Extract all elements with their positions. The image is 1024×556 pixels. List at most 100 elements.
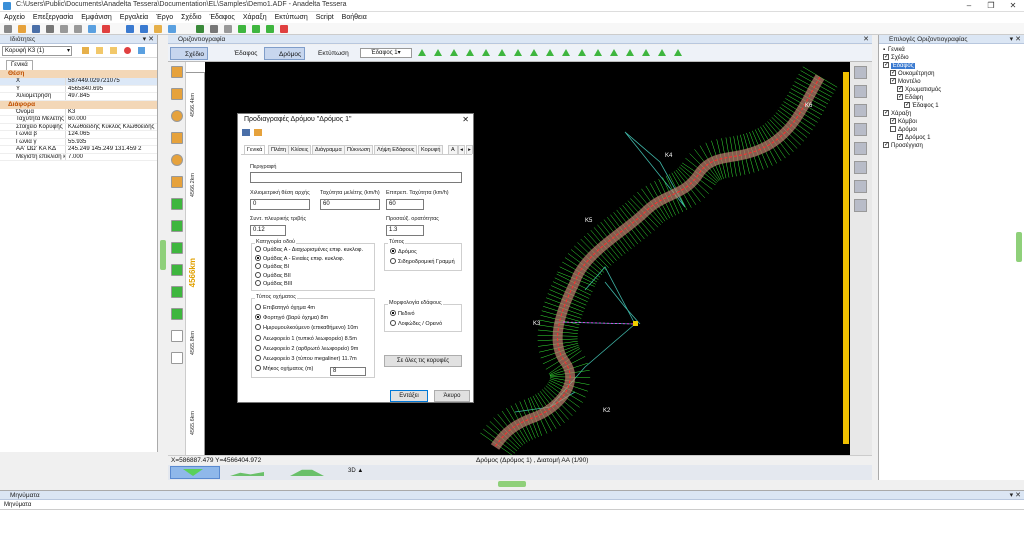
property-row[interactable]: Γωνία γ 55.935	[0, 138, 157, 146]
checkbox[interactable]	[890, 126, 896, 133]
checkbox[interactable]	[883, 142, 889, 149]
radio-option[interactable]: Μήκος οχήματος (m)	[255, 365, 313, 373]
view-section-button[interactable]	[290, 468, 324, 477]
tree-item[interactable]: Σχέδιο	[881, 54, 1024, 62]
friction-input[interactable]: 0.12	[250, 225, 286, 236]
alphabetical-icon[interactable]	[110, 47, 117, 54]
page2-tool-icon[interactable]	[171, 352, 183, 364]
triangle-up-icon[interactable]	[562, 49, 570, 56]
radio-option[interactable]: Λεωφορείο 3 (τύπου megaliner) 11.7m	[255, 355, 357, 363]
view-tool-icon[interactable]	[854, 180, 867, 193]
tree-item[interactable]: Κόμβοι	[881, 118, 1024, 126]
right-splitter-handle[interactable]	[1016, 232, 1022, 262]
dialog-tab[interactable]: Διάγραμμα	[312, 145, 345, 154]
tree-item[interactable]: Δρόμοι	[881, 126, 1024, 134]
dialog-tab[interactable]: Κλίσεις	[288, 145, 312, 154]
view-tool-icon[interactable]	[854, 123, 867, 136]
radio-option[interactable]: Φορτηγό (βαρύ όχημα) 8m	[255, 314, 328, 322]
sight-input[interactable]: 1.3	[386, 225, 424, 236]
checkbox[interactable]	[890, 118, 896, 125]
line-tool-icon[interactable]	[171, 66, 183, 78]
close-icon[interactable]: ▾ ✕	[1010, 35, 1021, 44]
vertical-scrollbar[interactable]	[843, 72, 849, 444]
menu-item[interactable]: Εμφάνιση	[77, 12, 116, 23]
radio-option[interactable]: Λεωφορείο 2 (αρθρωτό λεωφορείο) 9m	[255, 344, 358, 353]
radio-option[interactable]: Ομάδας ΒΙΙ	[255, 271, 291, 280]
property-value[interactable]: 55.935	[66, 139, 157, 146]
tool-icon[interactable]	[280, 25, 288, 33]
menu-item[interactable]: Σχέδιο	[177, 12, 205, 23]
messages-tab[interactable]: Μηνύματα	[0, 500, 1024, 510]
sort-icon[interactable]	[82, 47, 89, 54]
triangle-up-icon[interactable]	[642, 49, 650, 56]
triangle-up-icon[interactable]	[466, 49, 474, 56]
left-splitter-handle[interactable]	[160, 240, 166, 270]
paste-icon[interactable]	[88, 25, 96, 33]
triangle-up-icon[interactable]	[530, 49, 538, 56]
menu-item[interactable]: Εκτύπωση	[271, 12, 312, 23]
triangle-tool-icon[interactable]	[171, 264, 183, 276]
triangle-up-icon[interactable]	[610, 49, 618, 56]
minimize-icon[interactable]: –	[958, 0, 980, 12]
tab-general[interactable]: Γενικά	[6, 60, 33, 70]
layers-icon[interactable]	[266, 25, 274, 33]
property-row[interactable]: Μέγιστη επίκλιση καμ7.000	[0, 153, 157, 161]
triangle-up-icon[interactable]	[498, 49, 506, 56]
tab-road[interactable]: Δρόμος	[264, 47, 306, 60]
menu-item[interactable]: Έργο	[152, 12, 177, 23]
open-icon[interactable]	[18, 25, 26, 33]
checkbox[interactable]	[897, 134, 903, 141]
copy-icon[interactable]	[74, 25, 82, 33]
property-section[interactable]: Διάφορα	[0, 100, 157, 109]
view-tool-icon[interactable]	[854, 104, 867, 117]
menu-item[interactable]: Εργαλεία	[116, 12, 152, 23]
window-icon[interactable]	[210, 25, 218, 33]
radio-option[interactable]: Δρόμος	[390, 248, 417, 256]
checkbox[interactable]	[897, 94, 903, 101]
pentagon-tool-icon[interactable]	[171, 286, 183, 298]
print-button[interactable]: Εκτύπωση	[304, 47, 352, 60]
checkbox[interactable]	[890, 70, 896, 77]
pan-icon[interactable]	[252, 25, 260, 33]
triangle-up-icon[interactable]	[626, 49, 634, 56]
radio-option[interactable]: Λοφώδες / Ορεινό	[390, 320, 442, 328]
dialog-tab[interactable]: Κορυφή	[418, 145, 444, 154]
menu-item[interactable]: Χάραξη	[239, 12, 271, 23]
tree-item[interactable]: Έδαφος 1	[881, 102, 1024, 110]
tree-item[interactable]: Έδαφος	[881, 62, 1024, 70]
category-icon[interactable]	[96, 47, 103, 54]
pencil-icon[interactable]	[154, 25, 162, 33]
redo-icon[interactable]	[140, 25, 148, 33]
ok-button[interactable]: Εντάξει	[390, 390, 428, 402]
ellipse-tool-icon[interactable]	[171, 154, 183, 166]
save-icon[interactable]	[32, 25, 40, 33]
menu-item[interactable]: Έδαφος	[206, 12, 239, 23]
radio-option[interactable]: Ομάδας ΒΙΙΙ	[255, 280, 292, 288]
cancel-button[interactable]: Άκυρο	[434, 390, 470, 402]
apply-all-button[interactable]: Σε όλες τις κορυφές	[384, 355, 462, 367]
object-selector[interactable]: Κορυφή Κ3 (1) ▾	[2, 46, 72, 56]
property-row[interactable]: Στοιχείο Κορυφής Κλωθοειδής Κύκλος Κλωθοε…	[0, 123, 157, 131]
close-icon[interactable]: ✕	[1002, 0, 1024, 12]
text-tool-icon[interactable]	[171, 176, 183, 188]
property-row[interactable]: Ταχύτητα Μελέτης 60.000	[0, 116, 157, 124]
property-value[interactable]: 245.249 145.249 131.459 2	[66, 146, 157, 153]
close-icon[interactable]: ✕	[462, 114, 469, 126]
triangle-up-icon[interactable]	[546, 49, 554, 56]
design-speed-input[interactable]: 60	[320, 199, 380, 210]
close-icon[interactable]: ✕	[863, 35, 869, 44]
property-value[interactable]: Κλωθοειδής Κύκλος Κλωθοειδής	[66, 124, 157, 131]
property-value[interactable]: 497.845	[66, 93, 157, 100]
triangle-up-icon[interactable]	[450, 49, 458, 56]
radio-option[interactable]: Λεωφορείο 1 (τυπικό λεωφορείο) 8.5m	[255, 334, 357, 343]
chevron-left-icon[interactable]: ◂	[458, 145, 465, 154]
arc3-tool-icon[interactable]	[171, 132, 183, 144]
view-tool-icon[interactable]	[854, 66, 867, 79]
vehicle-length-input[interactable]: 8	[330, 367, 366, 376]
radio-option[interactable]: Ομάδας Α - Διαχωρισμένες επιφ. κυκλοφ.	[255, 246, 363, 254]
property-row[interactable]: Χιλιομέτρηση 497.845	[0, 93, 157, 101]
triangle-up-icon[interactable]	[514, 49, 522, 56]
dialog-tab[interactable]: Α	[448, 145, 458, 154]
tree-item[interactable]: Προσέγγιση	[881, 142, 1024, 150]
tree-item[interactable]: Ουκομέτρηση	[881, 70, 1024, 78]
